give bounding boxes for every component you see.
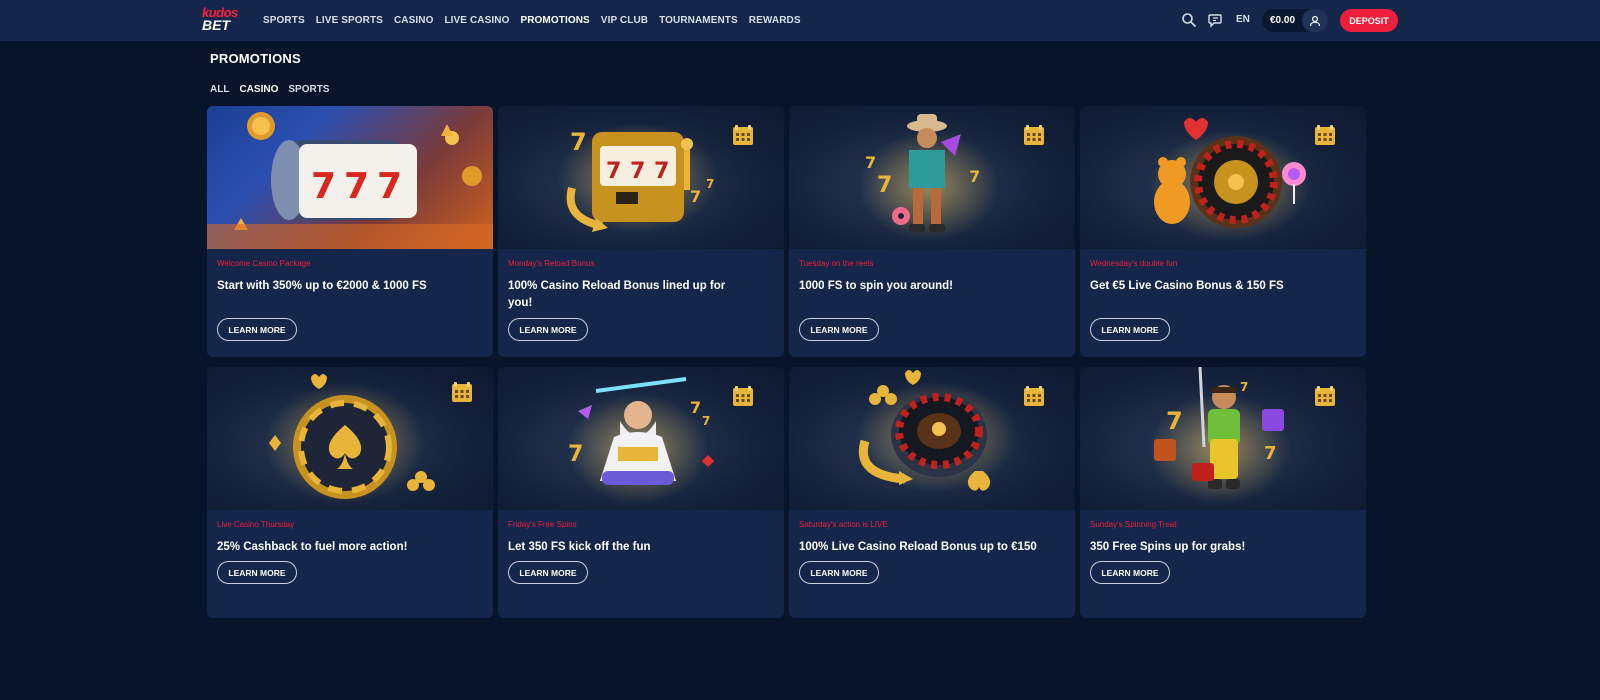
promo-title: Get €5 Live Casino Bonus & 150 FS [1090,280,1284,292]
nav-casino[interactable]: CASINO [394,15,434,26]
promo-tag: Tuesday on the reels [799,259,874,268]
promo-image: 7 7 7 [1080,367,1366,510]
learn-more-button[interactable]: LEARN MORE [217,318,297,341]
deposit-button[interactable]: DEPOSIT [1340,9,1398,32]
top-navigation-bar: kudos BET SPORTS LIVE SPORTS CASINO LIVE… [0,0,1600,41]
svg-text:7: 7 [311,166,336,207]
nav-live-sports[interactable]: LIVE SPORTS [316,15,383,26]
zeus-character-icon: 7 7 7 [568,377,753,504]
svg-text:7: 7 [865,153,876,172]
promo-card[interactable]: 7 7 7 Tuesday on the reels 1000 FS to sp… [789,106,1075,357]
filter-sports[interactable]: SPORTS [288,84,329,95]
promo-tag: Friday's Free Spins [508,520,577,529]
balance-amount: €0.00 [1270,15,1296,26]
filter-casino[interactable]: CASINO [239,84,278,95]
main-nav: SPORTS LIVE SPORTS CASINO LIVE CASINO PR… [263,0,801,41]
promotion-filters: ALL CASINO SPORTS [210,84,329,95]
promo-card[interactable]: 7 7 7 Welcome Casino Package Start with … [207,106,493,357]
promo-image: 7 7 7 7 7 7 [498,106,784,249]
promo-tag: Welcome Casino Package [217,259,311,268]
svg-text:7: 7 [706,177,714,191]
svg-text:7: 7 [690,187,701,206]
chat-icon[interactable] [1207,12,1223,28]
svg-text:7: 7 [568,442,583,467]
promo-tag: Saturday's action is LIVE [799,520,888,529]
search-icon[interactable] [1181,12,1197,28]
promo-tag: Monday's Reload Bonus [508,259,595,268]
language-selector[interactable]: EN [1236,14,1250,25]
svg-text:7: 7 [1264,443,1277,464]
learn-more-button[interactable]: LEARN MORE [508,561,588,584]
roulette-bear-icon [1150,118,1335,241]
svg-text:7: 7 [654,159,669,184]
promo-card[interactable]: 7 7 7 Friday's Free Spins Let 350 FS kic… [498,367,784,618]
learn-more-button[interactable]: LEARN MORE [508,318,588,341]
promo-image [207,367,493,510]
svg-text:7: 7 [877,173,892,198]
nav-sports[interactable]: SPORTS [263,15,305,26]
promo-title: Start with 350% up to €2000 & 1000 FS [217,280,427,292]
svg-text:7: 7 [570,128,587,156]
poker-chip-icon [265,374,472,503]
user-account-button[interactable] [1302,9,1328,32]
promo-image [1080,106,1366,249]
page-title: PROMOTIONS [210,51,301,66]
promo-image: 7 7 7 [498,367,784,510]
promo-card[interactable]: Live Casino Thursday 25% Cashback to fue… [207,367,493,618]
nav-promotions[interactable]: PROMOTIONS [520,15,589,26]
svg-text:7: 7 [344,166,369,207]
svg-text:7: 7 [690,398,701,417]
learn-more-button[interactable]: LEARN MORE [217,561,297,584]
svg-text:7: 7 [377,166,402,207]
promo-tag: Sunday's Spinning Treat [1090,520,1177,529]
promo-tag: Live Casino Thursday [217,520,295,529]
user-icon [1309,15,1321,26]
promo-card[interactable]: Wednesday's double fun Get €5 Live Casin… [1080,106,1366,357]
promo-title: 1000 FS to spin you around! [799,280,953,292]
svg-text:7: 7 [1166,407,1183,435]
promo-title: 100% Casino Reload Bonus lined up for yo… [508,280,726,309]
kudos-bet-logo[interactable]: kudos BET [202,6,254,36]
cowboy-character-icon: 7 7 7 [859,114,1044,241]
svg-text:7: 7 [969,167,980,186]
promo-title: 25% Cashback to fuel more action! [217,541,408,553]
slot-machine-icon: 7 7 7 7 7 7 [558,123,753,233]
svg-text:7: 7 [702,414,710,428]
promo-image: 7 7 7 [207,106,493,249]
miner-character-icon: 7 7 7 [1150,367,1335,504]
learn-more-button[interactable]: LEARN MORE [1090,561,1170,584]
slot-reel-777-icon: 7 7 7 [207,112,493,249]
learn-more-button[interactable]: LEARN MORE [1090,318,1170,341]
learn-more-button[interactable]: LEARN MORE [799,318,879,341]
promo-card[interactable]: 7 7 7 7 7 7 Monday's Reload Bonus 100% C… [498,106,784,357]
promo-card[interactable]: Saturday's action is LIVE 100% Live Casi… [789,367,1075,618]
promo-card[interactable]: 7 7 7 Sunday's Spinning Treat 350 Free S… [1080,367,1366,618]
promo-title: 100% Live Casino Reload Bonus up to €150 [799,541,1037,553]
roulette-wheel-icon [857,370,1044,492]
promo-tag: Wednesday's double fun [1090,259,1178,268]
filter-all[interactable]: ALL [210,84,229,95]
promo-image [789,367,1075,510]
promo-image: 7 7 7 [789,106,1075,249]
promo-title: Let 350 FS kick off the fun [508,541,651,553]
svg-text:7: 7 [1240,380,1248,394]
nav-tournaments[interactable]: TOURNAMENTS [659,15,738,26]
nav-rewards[interactable]: REWARDS [749,15,801,26]
learn-more-button[interactable]: LEARN MORE [799,561,879,584]
promo-title: 350 Free Spins up for grabs! [1090,541,1246,553]
nav-vip-club[interactable]: VIP CLUB [601,15,648,26]
svg-text:7: 7 [630,159,645,184]
svg-text:7: 7 [606,159,621,184]
nav-live-casino[interactable]: LIVE CASINO [444,15,509,26]
logo-bottom-text: BET [202,17,230,33]
